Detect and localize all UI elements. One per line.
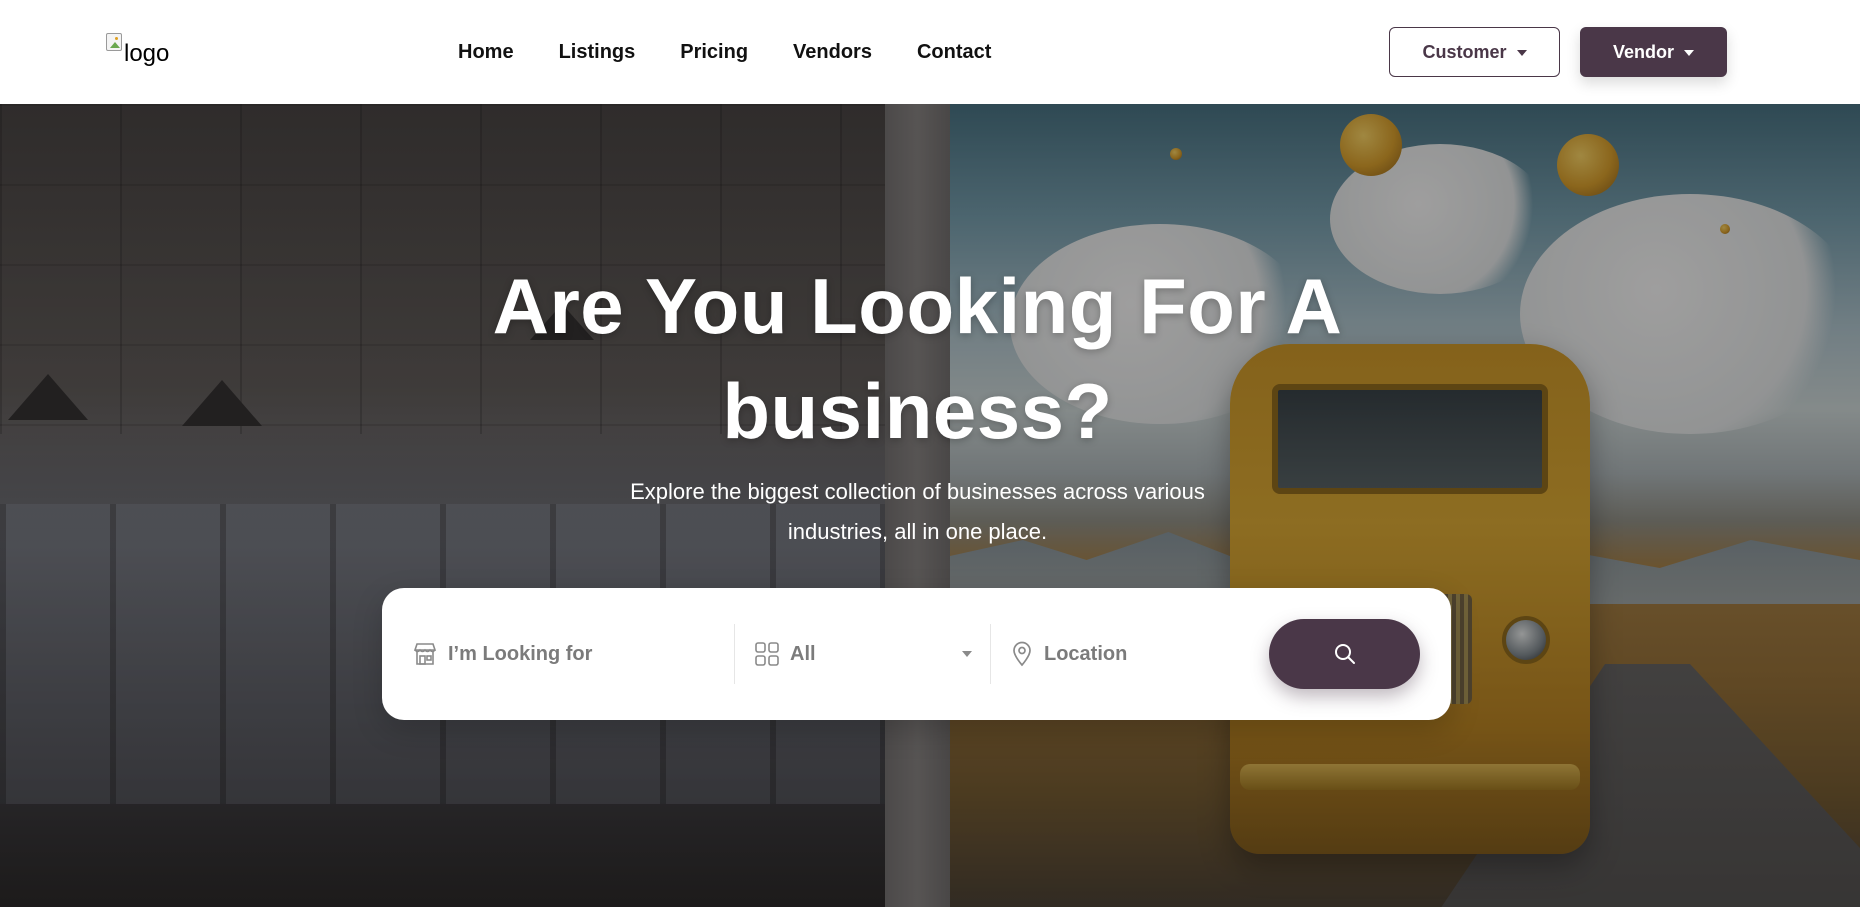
search-divider: [734, 624, 735, 684]
nav-contact[interactable]: Contact: [917, 41, 991, 64]
keyword-field[interactable]: I’m Looking for: [412, 624, 702, 684]
vendor-dropdown-button[interactable]: Vendor: [1580, 27, 1727, 77]
site-header: logo Home Listings Pricing Vendors Conta…: [0, 0, 1860, 104]
search-icon: [1334, 644, 1355, 664]
keyword-placeholder: I’m Looking for: [448, 642, 593, 665]
storefront-icon: [412, 641, 438, 667]
customer-button-label: Customer: [1422, 41, 1507, 62]
hero-title: Are You Looking For A business?: [492, 262, 1343, 455]
nav-vendors[interactable]: Vendors: [793, 41, 872, 64]
location-field[interactable]: Location: [1010, 624, 1240, 684]
location-placeholder: Location: [1044, 642, 1128, 665]
caret-down-icon: [962, 651, 972, 657]
caret-down-icon: [1684, 50, 1694, 56]
nav-listings[interactable]: Listings: [559, 41, 636, 64]
search-bar: I’m Looking for All Location: [382, 588, 1451, 720]
logo-alt-text: logo: [124, 40, 170, 67]
broken-image-icon: [106, 33, 122, 51]
map-pin-icon: [1010, 641, 1034, 667]
vendor-button-label: Vendor: [1612, 41, 1674, 62]
nav-home[interactable]: Home: [458, 41, 514, 64]
category-select[interactable]: All: [754, 624, 972, 684]
caret-down-icon: [1516, 50, 1527, 56]
hero-subtitle: Explore the biggest collection of busine…: [630, 479, 1205, 544]
grid-icon: [754, 641, 780, 667]
logo[interactable]: logo: [106, 33, 169, 66]
hero-section: Are You Looking For A business? Explore …: [0, 104, 1860, 907]
category-value: All: [790, 642, 816, 665]
main-nav: Home Listings Pricing Vendors Contact: [458, 0, 1036, 104]
nav-pricing[interactable]: Pricing: [680, 41, 748, 64]
search-button[interactable]: [1269, 619, 1420, 689]
customer-dropdown-button[interactable]: Customer: [1389, 27, 1560, 77]
search-divider: [990, 624, 991, 684]
